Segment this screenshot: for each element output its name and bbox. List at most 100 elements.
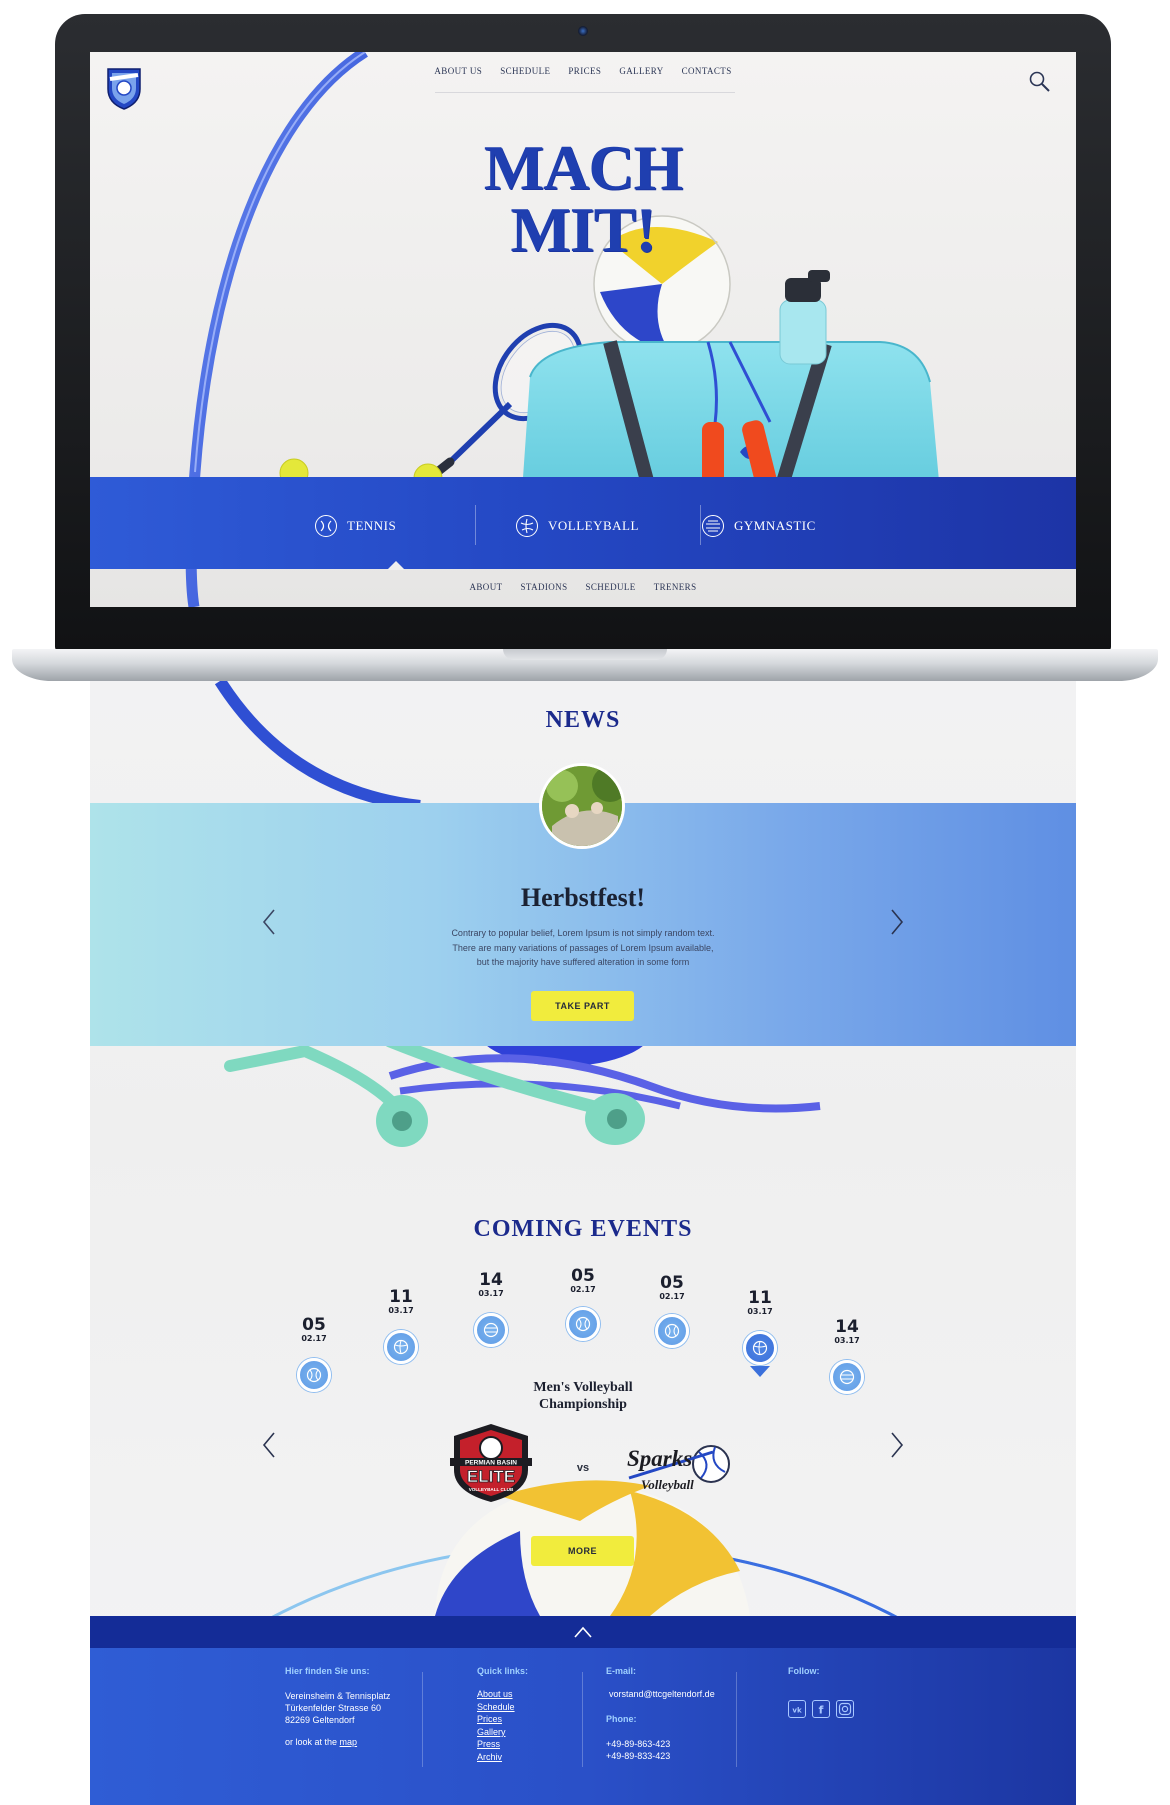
svg-text:f: f bbox=[819, 1704, 824, 1717]
tennis-ball-icon bbox=[315, 515, 337, 537]
footer-link-prices[interactable]: Prices bbox=[477, 1713, 515, 1726]
event-date: 14 03.17 bbox=[478, 1270, 504, 1299]
news-body-line: but the majority have suffered alteratio… bbox=[476, 957, 690, 967]
sports-tab-bar: TENNIS VOLLEYBALL GYMNASTIC bbox=[90, 477, 1076, 569]
news-next-arrow-icon[interactable] bbox=[888, 907, 906, 937]
events-prev-arrow-icon[interactable] bbox=[260, 1430, 278, 1460]
footer-divider bbox=[736, 1672, 737, 1767]
sport-subnav: ABOUT STADIONS SCHEDULE TRENERS bbox=[90, 582, 1076, 592]
tennis-ball-icon[interactable] bbox=[566, 1307, 600, 1341]
hero-section: ABOUT US SCHEDULE PRICES GALLERY CONTACT… bbox=[90, 52, 1076, 607]
news-prev-arrow-icon[interactable] bbox=[260, 907, 278, 937]
facebook-icon[interactable]: f bbox=[812, 1700, 830, 1718]
event-date: 05 02.17 bbox=[570, 1266, 596, 1295]
team-left-line3: VOLLEYBALL CLUB bbox=[469, 1487, 514, 1492]
subnav-schedule[interactable]: SCHEDULE bbox=[585, 582, 635, 592]
event-date: 05 02.17 bbox=[659, 1273, 685, 1302]
footer-link-press[interactable]: Press bbox=[477, 1738, 515, 1751]
team-left-line1: PERMIAN BASIN bbox=[465, 1460, 517, 1467]
footer-link-schedule[interactable]: Schedule bbox=[477, 1701, 515, 1714]
take-part-button[interactable]: TAKE PART bbox=[531, 991, 634, 1021]
more-button[interactable]: MORE bbox=[531, 1536, 634, 1566]
news-image bbox=[539, 763, 625, 849]
footer-quick-links: About us Schedule Prices Gallery Press A… bbox=[477, 1688, 515, 1764]
address-line: Türkenfelder Strasse 60 bbox=[285, 1703, 382, 1713]
hero-title-line1: MACH bbox=[483, 132, 684, 203]
footer-link-gallery[interactable]: Gallery bbox=[477, 1726, 515, 1739]
selected-event-pointer-icon bbox=[750, 1366, 770, 1377]
instagram-icon[interactable] bbox=[836, 1700, 854, 1718]
phone-number[interactable]: +49-89-833-423 bbox=[606, 1750, 670, 1762]
address-line: Vereinsheim & Tennisplatz bbox=[285, 1691, 391, 1701]
laptop-camera bbox=[578, 26, 588, 36]
tab-volleyball[interactable]: VOLLEYBALL bbox=[516, 515, 639, 537]
volleyball-icon[interactable] bbox=[743, 1331, 777, 1365]
tab-gymnastic[interactable]: GYMNASTIC bbox=[702, 515, 816, 537]
scroll-top-icon[interactable] bbox=[573, 1625, 593, 1639]
map-link[interactable]: map bbox=[340, 1737, 358, 1747]
footer-email-heading: E-mail: bbox=[606, 1666, 637, 1676]
footer-follow-heading: Follow: bbox=[788, 1666, 820, 1676]
tab-divider bbox=[700, 505, 701, 545]
volleyball-icon bbox=[516, 515, 538, 537]
nav-item-schedule[interactable]: SCHEDULE bbox=[500, 66, 550, 76]
event-date: 11 03.17 bbox=[388, 1287, 414, 1316]
footer-links-heading: Quick links: bbox=[477, 1666, 529, 1676]
event-name-line: Men's Volleyball bbox=[533, 1380, 633, 1395]
event-date: 11 03.17 bbox=[747, 1288, 773, 1317]
footer-divider bbox=[582, 1672, 583, 1767]
tab-divider bbox=[475, 505, 476, 545]
tab-label: VOLLEYBALL bbox=[548, 518, 639, 533]
hero-title-line2: MIT! bbox=[510, 194, 656, 265]
tab-label: GYMNASTIC bbox=[734, 518, 816, 533]
versus-label: vs bbox=[576, 1462, 590, 1474]
team-right-line1: Sparks bbox=[627, 1446, 692, 1471]
active-tab-pointer bbox=[387, 561, 405, 570]
search-icon[interactable] bbox=[1028, 70, 1052, 94]
phone-number[interactable]: +49-89-863-423 bbox=[606, 1738, 670, 1750]
event-date: 05 02.17 bbox=[301, 1315, 327, 1344]
footer: Hier finden Sie uns: Vereinsheim & Tenni… bbox=[90, 1648, 1076, 1805]
footer-link-about[interactable]: About us bbox=[477, 1688, 515, 1701]
news-headline: Herbstfest! bbox=[520, 883, 646, 912]
nav-item-gallery[interactable]: GALLERY bbox=[619, 66, 663, 76]
tennis-ball-icon[interactable] bbox=[655, 1314, 689, 1348]
news-body-line: Contrary to popular belief, Lorem Ipsum … bbox=[451, 928, 715, 938]
footer-email[interactable]: vorstand@ttcgeltendorf.de bbox=[609, 1688, 715, 1700]
water-bottle-icon bbox=[779, 270, 830, 365]
footer-link-archiv[interactable]: Archiv bbox=[477, 1751, 515, 1764]
footer-address-heading: Hier finden Sie uns: bbox=[285, 1666, 370, 1676]
nav-item-contacts[interactable]: CONTACTS bbox=[682, 66, 732, 76]
news-body: Contrary to popular belief, Lorem Ipsum … bbox=[333, 926, 833, 970]
team-logo-elite: PERMIAN BASIN ELITE VOLLEYBALL CLUB bbox=[450, 1424, 532, 1502]
svg-text:vk: vk bbox=[792, 1707, 802, 1715]
subnav-stadions[interactable]: STADIONS bbox=[521, 582, 568, 592]
gymnastic-ball-icon[interactable] bbox=[474, 1313, 508, 1347]
subnav-about[interactable]: ABOUT bbox=[470, 582, 503, 592]
tab-tennis[interactable]: TENNIS bbox=[315, 515, 396, 537]
address-line: 82269 Geltendorf bbox=[285, 1715, 355, 1725]
news-title: NEWS bbox=[545, 707, 621, 733]
volleyball-icon[interactable] bbox=[384, 1330, 418, 1364]
nav-item-about-us[interactable]: ABOUT US bbox=[434, 66, 482, 76]
events-title: COMING EVENTS bbox=[473, 1216, 693, 1242]
event-date: 14 03.17 bbox=[834, 1317, 860, 1346]
team-left-line2: ELITE bbox=[467, 1467, 515, 1486]
footer-phones: +49-89-863-423 +49-89-833-423 bbox=[606, 1738, 670, 1762]
main-nav: ABOUT US SCHEDULE PRICES GALLERY CONTACT… bbox=[90, 66, 1076, 76]
news-body-line: There are many variations of passages of… bbox=[452, 942, 714, 953]
footer-scroll-bar bbox=[90, 1616, 1076, 1648]
laptop-notch bbox=[503, 649, 667, 660]
subnav-treners[interactable]: TRENERS bbox=[654, 582, 697, 592]
nav-item-prices[interactable]: PRICES bbox=[568, 66, 601, 76]
vk-icon[interactable]: vk bbox=[788, 1700, 806, 1718]
hero-title: MACH MIT! bbox=[90, 132, 1076, 265]
events-next-arrow-icon[interactable] bbox=[888, 1430, 906, 1460]
nav-divider bbox=[435, 92, 735, 93]
footer-phone-heading: Phone: bbox=[606, 1714, 637, 1724]
team-logo-sparks: Sparks Volleyball bbox=[627, 1445, 730, 1492]
gymnastic-ball-icon bbox=[702, 515, 724, 537]
tab-label: TENNIS bbox=[347, 518, 397, 533]
event-name: Men's Volleyball Championship bbox=[90, 1379, 1076, 1413]
footer-address: Vereinsheim & Tennisplatz Türkenfelder S… bbox=[285, 1690, 390, 1748]
